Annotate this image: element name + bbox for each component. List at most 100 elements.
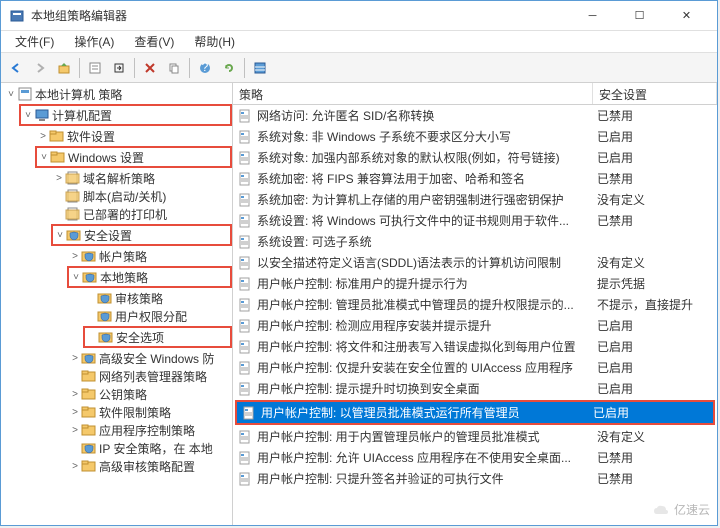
policy-icon [237, 129, 253, 145]
tree-node[interactable]: IP 安全策略，在 本地 [1, 439, 232, 457]
policy-icon [237, 297, 253, 313]
toggle-icon[interactable]: ˅ [70, 272, 82, 283]
export-button[interactable] [108, 57, 130, 79]
close-button[interactable]: ✕ [664, 2, 709, 30]
maximize-button[interactable]: ☐ [617, 2, 662, 30]
policy-label: 用户帐户控制: 允许 UIAccess 应用程序在不使用安全桌面... [257, 449, 597, 466]
policy-value: 提示凭据 [597, 275, 717, 292]
policy-row[interactable]: 用户帐户控制: 检测应用程序安装并提示提升已启用 [233, 315, 717, 336]
policy-row[interactable]: 系统设置: 将 Windows 可执行文件中的证书规则用于软件...已禁用 [233, 210, 717, 231]
tree-node[interactable]: 用户权限分配 [1, 307, 232, 325]
policy-value: 已启用 [597, 317, 717, 334]
menu-file[interactable]: 文件(F) [7, 31, 62, 52]
col-setting[interactable]: 安全设置 [593, 83, 717, 104]
toggle-icon[interactable]: ˃ [69, 461, 81, 472]
delete-button[interactable] [139, 57, 161, 79]
node-label: 本地计算机 策略 [35, 86, 122, 103]
tree-node[interactable]: ˃高级审核策略配置 [1, 457, 232, 475]
policy-row[interactable]: 用户帐户控制: 将文件和注册表写入错误虚拟化到每用户位置已启用 [233, 336, 717, 357]
toggle-icon[interactable]: ˅ [38, 152, 50, 163]
menu-help[interactable]: 帮助(H) [186, 31, 243, 52]
toggle-icon[interactable]: ˃ [53, 173, 65, 184]
tree-node[interactable]: 审核策略 [1, 289, 232, 307]
policy-row[interactable]: 用户帐户控制: 只提升签名并验证的可执行文件已禁用 [233, 468, 717, 489]
minimize-button[interactable]: ─ [570, 2, 615, 30]
policy-label: 系统加密: 为计算机上存储的用户密钥强制进行强密钥保护 [257, 191, 597, 208]
tree-node[interactable]: ˃ 帐户策略 [1, 247, 232, 265]
tree-node[interactable]: ˃ 公钥策略 [1, 385, 232, 403]
menu-action[interactable]: 操作(A) [66, 31, 122, 52]
policy-icon [241, 405, 257, 421]
node-icon [81, 404, 97, 420]
policy-row[interactable]: 网络访问: 允许匿名 SID/名称转换已禁用 [233, 105, 717, 126]
properties-button[interactable] [84, 57, 106, 79]
policy-row[interactable]: 系统对象: 加强内部系统对象的默认权限(例如，符号链接)已启用 [233, 147, 717, 168]
toggle-icon[interactable]: ˃ [69, 389, 81, 400]
policy-icon [237, 108, 253, 124]
policy-row[interactable]: 用户帐户控制: 用于内置管理员帐户的管理员批准模式没有定义 [233, 426, 717, 447]
tree-node[interactable]: ˅安全设置 [54, 226, 229, 244]
toggle-icon[interactable]: ˃ [37, 131, 49, 142]
policy-row[interactable]: 用户帐户控制: 以管理员批准模式运行所有管理员已启用 [237, 402, 713, 423]
policy-row[interactable]: 用户帐户控制: 标准用户的提升提示行为提示凭据 [233, 273, 717, 294]
tree-node[interactable]: ˃ 域名解析策略 [1, 169, 232, 187]
toggle-icon[interactable]: ˅ [5, 89, 17, 100]
policy-row[interactable]: 系统对象: 非 Windows 子系统不要求区分大小写已启用 [233, 126, 717, 147]
policy-row[interactable]: 系统加密: 将 FIPS 兼容算法用于加密、哈希和签名已禁用 [233, 168, 717, 189]
toggle-icon[interactable]: ˃ [69, 425, 81, 436]
list-body[interactable]: 网络访问: 允许匿名 SID/名称转换已禁用系统对象: 非 Windows 子系… [233, 105, 717, 525]
list-view-button[interactable] [249, 57, 271, 79]
node-label: 域名解析策略 [83, 170, 155, 187]
policy-row[interactable]: 系统加密: 为计算机上存储的用户密钥强制进行强密钥保护没有定义 [233, 189, 717, 210]
toggle-icon[interactable]: ˃ [69, 407, 81, 418]
policy-row[interactable]: 用户帐户控制: 管理员批准模式中管理员的提升权限提示的...不提示，直接提升 [233, 294, 717, 315]
policy-icon [237, 276, 253, 292]
tree-node[interactable]: ˅ 本地计算机 策略 [1, 85, 232, 103]
policy-row[interactable]: 系统设置: 可选子系统 [233, 231, 717, 252]
toggle-icon[interactable]: ˃ [69, 353, 81, 364]
separator [134, 58, 135, 78]
policy-row[interactable]: 用户帐户控制: 提示提升时切换到安全桌面已启用 [233, 378, 717, 399]
node-icon [81, 350, 97, 366]
toggle-icon[interactable]: ˅ [22, 110, 34, 121]
node-icon [49, 128, 65, 144]
col-policy[interactable]: 策略 [233, 83, 593, 104]
copy-button[interactable] [163, 57, 185, 79]
tree-node[interactable]: ˃高级安全 Windows 防 [1, 349, 232, 367]
forward-button[interactable] [29, 57, 51, 79]
tree-pane[interactable]: ˅本地计算机 策略˅计算机配置˃软件设置˅Windows 设置˃域名解析策略 脚… [1, 83, 233, 525]
policy-icon [237, 171, 253, 187]
tree-node[interactable]: ˅Windows 设置 [38, 148, 229, 166]
node-label: 帐户策略 [99, 248, 147, 265]
policy-icon [237, 381, 253, 397]
toggle-icon[interactable]: ˅ [54, 230, 66, 241]
policy-label: 用户帐户控制: 只提升签名并验证的可执行文件 [257, 470, 597, 487]
toggle-icon[interactable]: ˃ [69, 251, 81, 262]
menu-view[interactable]: 查看(V) [126, 31, 182, 52]
tree-node[interactable]: ˅ 本地策略 [70, 268, 229, 286]
policy-value: 已启用 [597, 359, 717, 376]
tree-node[interactable]: 安全选项 [86, 328, 229, 346]
tree-node[interactable]: 已部署的打印机 [1, 205, 232, 223]
tree-node[interactable]: ˅计算机配置 [22, 106, 229, 124]
titlebar: 本地组策略编辑器 ─ ☐ ✕ [1, 1, 717, 31]
tree-node[interactable]: 脚本(启动/关机) [1, 187, 232, 205]
policy-row[interactable]: 用户帐户控制: 允许 UIAccess 应用程序在不使用安全桌面...已禁用 [233, 447, 717, 468]
node-icon [50, 149, 66, 165]
node-icon [82, 269, 98, 285]
policy-value: 已启用 [597, 338, 717, 355]
watermark: 亿速云 [652, 501, 710, 518]
back-button[interactable] [5, 57, 27, 79]
policy-row[interactable]: 以安全描述符定义语言(SDDL)语法表示的计算机访问限制没有定义 [233, 252, 717, 273]
help-button[interactable]: ? [194, 57, 216, 79]
node-label: 已部署的打印机 [83, 206, 167, 223]
tree-node[interactable]: ˃软件设置 [1, 127, 232, 145]
node-label: 公钥策略 [99, 386, 147, 403]
node-label: 本地策略 [100, 269, 148, 286]
tree-node[interactable]: ˃软件限制策略 [1, 403, 232, 421]
up-button[interactable] [53, 57, 75, 79]
refresh-button[interactable] [218, 57, 240, 79]
tree-node[interactable]: ˃应用程序控制策略 [1, 421, 232, 439]
tree-node[interactable]: 网络列表管理器策略 [1, 367, 232, 385]
policy-row[interactable]: 用户帐户控制: 仅提升安装在安全位置的 UIAccess 应用程序已启用 [233, 357, 717, 378]
